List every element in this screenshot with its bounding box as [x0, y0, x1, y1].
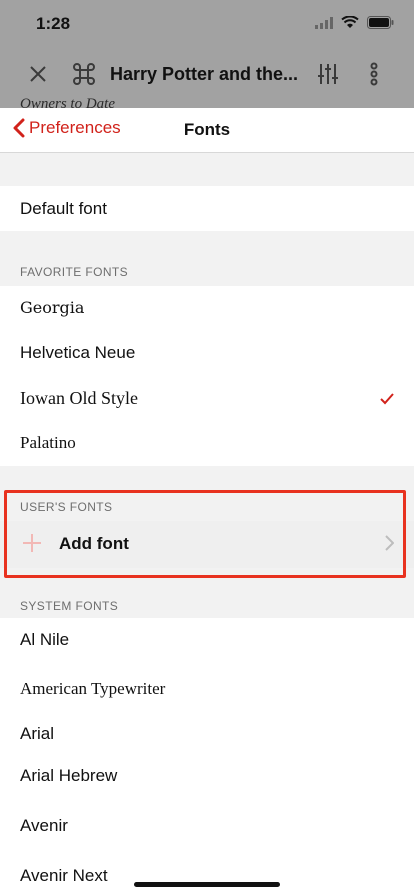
home-indicator[interactable]: [134, 882, 280, 887]
status-time: 1:28: [36, 14, 71, 33]
font-name: Al Nile: [20, 630, 70, 649]
sheet-nav-bar: Preferences Fonts: [0, 108, 414, 153]
font-name: Helvetica Neue: [20, 343, 136, 362]
default-font-row[interactable]: Default font: [0, 186, 414, 231]
system-fonts-list: Al Nile American Typewriter Arial Arial …: [0, 618, 414, 896]
command-icon[interactable]: [64, 54, 104, 94]
book-title: Harry Potter and the...: [110, 64, 299, 84]
signal-icon: [315, 16, 333, 29]
font-name: American Typewriter: [20, 679, 166, 698]
default-font-label: Default font: [20, 199, 107, 218]
font-name: Iowan Old Style: [20, 388, 138, 408]
font-row-al-nile[interactable]: Al Nile: [0, 618, 414, 664]
font-row-georgia[interactable]: Georgia: [0, 286, 414, 331]
checkmark-icon: [380, 393, 394, 405]
settings-sliders-icon[interactable]: [308, 54, 348, 94]
fonts-sheet: Preferences Fonts Default font FAVORITE …: [0, 108, 414, 896]
font-name: Georgia: [20, 298, 85, 317]
font-name: Arial Hebrew: [20, 766, 118, 785]
user-fonts-highlight: [4, 490, 406, 578]
font-name: Arial: [20, 724, 55, 743]
system-fonts-header: SYSTEM FONTS: [20, 599, 119, 613]
font-row-helvetica-neue[interactable]: Helvetica Neue: [0, 331, 414, 376]
status-bar: 1:28: [0, 0, 414, 48]
font-row-avenir[interactable]: Avenir: [0, 800, 414, 848]
font-row-arial-hebrew[interactable]: Arial Hebrew: [0, 756, 414, 800]
font-row-iowan-old-style[interactable]: Iowan Old Style: [0, 376, 414, 421]
page-title: Fonts: [183, 120, 231, 139]
wifi-icon: [341, 16, 359, 28]
font-row-arial[interactable]: Arial: [0, 712, 414, 756]
font-name: Avenir Next: [20, 866, 108, 885]
close-icon[interactable]: [18, 54, 58, 94]
font-row-avenir-next[interactable]: Avenir Next: [0, 848, 414, 896]
status-icons: [315, 16, 394, 29]
favorite-fonts-header: FAVORITE FONTS: [20, 265, 129, 279]
more-vertical-icon[interactable]: [354, 54, 394, 94]
font-row-american-typewriter[interactable]: American Typewriter: [0, 664, 414, 712]
font-row-palatino[interactable]: Palatino: [0, 421, 414, 466]
font-name: Palatino: [20, 433, 76, 452]
battery-icon: [367, 16, 394, 29]
font-name: Avenir: [20, 816, 68, 835]
favorite-fonts-list: Georgia Helvetica Neue Iowan Old Style P…: [0, 286, 414, 466]
